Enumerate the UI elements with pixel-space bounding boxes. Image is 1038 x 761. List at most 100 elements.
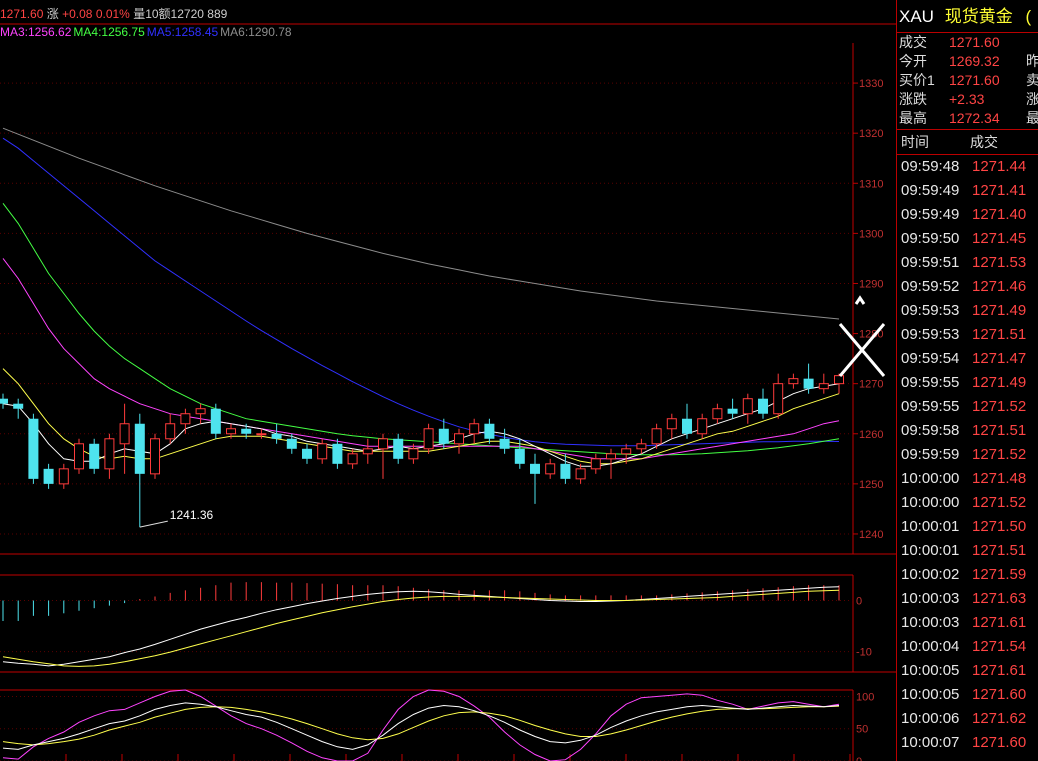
candle-body-down — [134, 423, 145, 474]
tick-row: 09:59:51 1271.53 — [897, 251, 1038, 275]
candle-body-down — [241, 428, 252, 434]
tick-price: 1271.63 — [972, 590, 1027, 607]
tick-row: 10:00:03 1271.63 — [897, 587, 1038, 611]
tick-price: 1271.59 — [972, 566, 1027, 583]
tick-time: 10:00:03 — [901, 590, 960, 607]
candle-body-down — [560, 463, 571, 479]
candle-body-up — [347, 453, 358, 465]
tick-header: 时间 成交 — [897, 130, 1038, 155]
tick-header-price: 成交 — [970, 134, 998, 150]
chart-area[interactable]: 1240 1250 1260 1270 1280 1290 1300 1310 1320 1330… — [0, 0, 896, 761]
tick-row: 10:00:00 1271.52 — [897, 491, 1038, 515]
candle-body-up — [666, 418, 677, 430]
candle-body-up — [180, 413, 191, 425]
tick-price: 1271.62 — [972, 710, 1027, 727]
tick-time: 09:59:51 — [901, 254, 960, 271]
tick-price: 1271.41 — [972, 182, 1027, 199]
kdj-tick-label: 0 — [856, 756, 862, 761]
macd-dif-line — [2, 586, 840, 667]
tick-row: 09:59:50 1271.45 — [897, 227, 1038, 251]
price-info-bar: 1271.60 涨 +0.08 0.01% 量10额12720 889 — [0, 5, 227, 23]
low-annotation-line — [139, 520, 168, 528]
amount-label: 额12720 — [158, 7, 204, 21]
candle-body-up — [834, 375, 844, 385]
ma-legend: MA3:1256.62 MA4:1256.75 MA5:1258.45 MA6:129… — [0, 25, 294, 39]
tick-row: 09:59:55 1271.52 — [897, 395, 1038, 419]
quote-stat-label2: 最 — [1026, 110, 1038, 126]
ma-legend-item: MA4:1256.75 — [73, 25, 145, 39]
candle-body-down — [43, 468, 54, 484]
macd-tick-label: -10 — [856, 647, 872, 659]
tick-header-time: 时间 — [901, 134, 929, 150]
candle-body-up — [742, 398, 753, 415]
candle-body-up — [575, 468, 586, 480]
candle-body-up — [469, 423, 480, 435]
tick-row: 09:59:53 1271.49 — [897, 299, 1038, 323]
y-tick-label: 1240 — [859, 529, 883, 541]
candle-body-down — [514, 448, 525, 464]
tick-time: 10:00:00 — [901, 470, 960, 487]
quote-stat-value: 1272.34 — [949, 110, 1000, 126]
candle-body-down — [28, 418, 39, 479]
tick-row: 10:00:02 1271.59 — [897, 563, 1038, 587]
quote-stat-row: 今开 1269.32 昨 — [897, 52, 1038, 71]
candle-body-down — [89, 443, 100, 469]
candle-body-up — [712, 408, 723, 420]
tick-time: 10:00:05 — [901, 662, 960, 679]
y-tick-label: 1320 — [859, 128, 883, 140]
tick-price: 1271.60 — [972, 734, 1027, 751]
candle-body-up — [317, 443, 328, 460]
y-tick-label: 1290 — [859, 278, 883, 290]
ma5-line — [2, 137, 840, 447]
tick-row: 10:00:07 1271.60 — [897, 731, 1038, 755]
tick-price: 1271.49 — [972, 302, 1027, 319]
tick-price: 1271.49 — [972, 374, 1027, 391]
tick-price: 1271.40 — [972, 206, 1027, 223]
tick-time: 09:59:48 — [901, 158, 960, 175]
tick-time: 09:59:58 — [901, 422, 960, 439]
candle-body-down — [530, 463, 540, 474]
quote-stat-label: 最高 — [899, 110, 927, 126]
quote-stat-label: 今开 — [899, 53, 927, 69]
quote-stat-label: 成交 — [899, 34, 927, 50]
tick-row: 10:00:05 1271.60 — [897, 683, 1038, 707]
macd-tick-label: 0 — [856, 596, 862, 608]
tick-row: 10:00:05 1271.61 — [897, 659, 1038, 683]
candle-body-up — [773, 383, 784, 415]
tick-time: 10:00:01 — [901, 542, 960, 559]
candle-body-up — [454, 433, 464, 445]
candle-body-up — [256, 433, 267, 436]
tick-time: 09:59:50 — [901, 230, 960, 247]
quote-title: XAU 现货黄金 ( — [897, 0, 1038, 33]
quote-stat-value: 1269.32 — [949, 53, 1000, 69]
candle-body-down — [438, 428, 449, 444]
tick-price: 1271.52 — [972, 446, 1027, 463]
tick-time: 09:59:53 — [901, 302, 960, 319]
symbol-name: 现货黄金 — [944, 7, 1013, 26]
tick-time: 10:00:05 — [901, 686, 960, 703]
ma-legend-item: MA6:1290.78 — [220, 25, 292, 39]
tick-list[interactable]: 09:59:48 1271.44 09:59:49 1271.41 09:59:49 12… — [897, 155, 1038, 755]
candle-body-down — [302, 448, 312, 459]
tick-row: 10:00:06 1271.62 — [897, 707, 1038, 731]
candle-body-up — [590, 458, 601, 470]
tick-price: 1271.47 — [972, 350, 1027, 367]
tick-time: 10:00:07 — [901, 734, 960, 751]
tick-time: 10:00:02 — [901, 566, 960, 583]
tick-price: 1271.53 — [972, 254, 1027, 271]
candle-body-up — [362, 448, 373, 455]
candle-body-up — [378, 438, 388, 450]
tick-row: 09:59:49 1271.40 — [897, 203, 1038, 227]
tick-time: 09:59:49 — [901, 206, 960, 223]
volume-label: 量10 — [133, 7, 159, 21]
tick-price: 1271.51 — [972, 326, 1027, 343]
candle-body-up — [651, 428, 662, 445]
tick-price: 1271.44 — [972, 158, 1027, 175]
kline-chart[interactable]: 1240125012601270128012901300131013201330… — [0, 0, 896, 761]
tick-time: 10:00:03 — [901, 614, 960, 631]
candle-body-up — [606, 453, 616, 460]
low-annotation-label: 1241.36 — [170, 508, 214, 522]
tick-row: 09:59:59 1271.52 — [897, 443, 1038, 467]
candle-body-up — [165, 423, 176, 440]
last-price: 1271.60 — [0, 7, 44, 21]
